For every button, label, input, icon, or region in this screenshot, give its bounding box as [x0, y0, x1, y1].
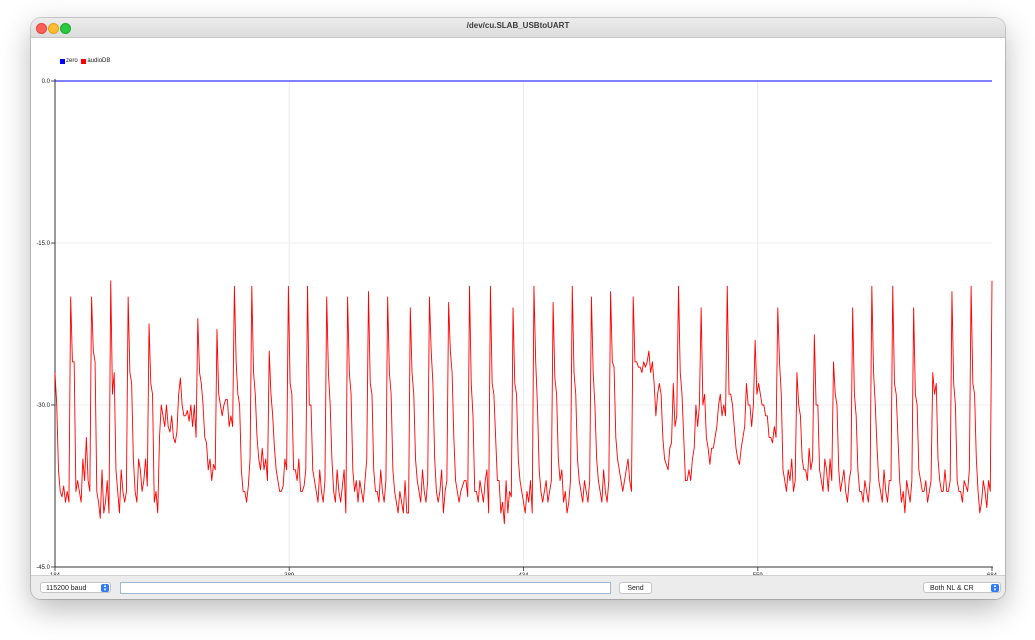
line-ending-select[interactable]: Both NL & CR ▴ ▾: [923, 582, 1001, 593]
baud-rate-select[interactable]: 115200 baud ▴ ▾: [40, 582, 111, 593]
message-input[interactable]: [120, 582, 611, 594]
y-tick-label: -30.0: [36, 403, 50, 409]
legend-label-audiodb: audioDB: [87, 58, 111, 64]
legend-label-zero: zero: [66, 58, 78, 64]
legend-swatch-zero: [60, 58, 65, 64]
y-tick-label: -15.0: [36, 241, 50, 247]
chevron-updown-icon: ▴ ▾: [101, 584, 109, 593]
chevron-updown-icon: ▴ ▾: [991, 584, 999, 593]
legend: zero audioDB: [60, 58, 112, 68]
plot-area: 0.0-15.0-30.0-45.0184389434559684 zero a…: [31, 38, 1005, 578]
line-chart: 0.0-15.0-30.0-45.0184389434559684: [36, 79, 998, 578]
bottom-toolbar: 115200 baud ▴ ▾ Send Both NL & CR ▴ ▾: [31, 575, 1005, 599]
baud-rate-value: 115200 baud: [46, 585, 87, 592]
y-tick-label: 0.0: [42, 79, 51, 85]
title-bar: /dev/cu.SLAB_USBtoUART: [31, 18, 1005, 38]
legend-swatch-audiodb: [81, 58, 87, 64]
send-button[interactable]: Send: [619, 582, 652, 594]
window-title: /dev/cu.SLAB_USBtoUART: [466, 21, 570, 30]
line-ending-value: Both NL & CR: [930, 585, 974, 592]
legend-item-zero: zero: [60, 58, 78, 64]
y-tick-label: -45.0: [36, 565, 50, 571]
serial-plotter-window: /dev/cu.SLAB_USBtoUART 0.0 -15.0 -30.0 -45.…: [31, 18, 1005, 599]
legend-item-audiodb: audioDB: [81, 58, 110, 64]
